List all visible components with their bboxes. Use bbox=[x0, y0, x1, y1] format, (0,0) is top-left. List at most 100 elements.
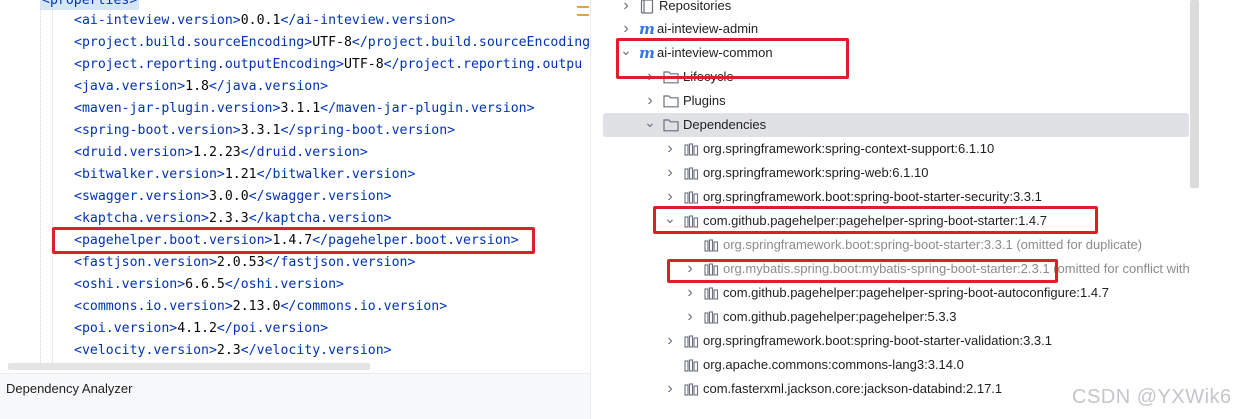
xml-value: 2.0.53 bbox=[216, 255, 265, 270]
folder-icon bbox=[663, 93, 679, 109]
maven-module-icon: m bbox=[639, 20, 655, 38]
chevron-right-icon[interactable]: › bbox=[683, 260, 697, 277]
chevron-right-icon[interactable]: › bbox=[619, 0, 633, 14]
xml-value: 3.3.1 bbox=[240, 123, 281, 138]
xml-open-tag: <fastjson.version> bbox=[74, 255, 217, 270]
dependency-analyzer-label[interactable]: Dependency Analyzer bbox=[6, 381, 132, 396]
maven-tree-label: org.mybatis.spring.boot:mybatis-spring-b… bbox=[723, 261, 1190, 276]
chevron-right-icon[interactable]: › bbox=[663, 380, 677, 397]
maven-tree-row[interactable]: › org.springframework.boot:spring-boot-st… bbox=[663, 185, 1042, 209]
xml-value: 3.0.0 bbox=[208, 189, 249, 204]
chevron-down-icon[interactable]: ⌄ bbox=[643, 114, 657, 130]
xml-line: <project.reporting.outputEncoding>UTF-8<… bbox=[74, 54, 582, 76]
xml-value: 0.0.1 bbox=[240, 13, 281, 28]
maven-tree-label: org.springframework.boot:spring-boot-sta… bbox=[703, 189, 1042, 204]
xml-close-tag: </spring-boot.version> bbox=[280, 123, 456, 138]
xml-value: UTF-8 bbox=[312, 35, 352, 50]
library-icon bbox=[683, 333, 699, 349]
xml-close-tag: </ai-inteview.version> bbox=[280, 13, 456, 28]
xml-close-tag: </velocity.version> bbox=[240, 343, 392, 358]
xml-close-tag: </swagger.version> bbox=[248, 189, 392, 204]
chevron-right-icon[interactable]: › bbox=[643, 92, 657, 109]
maven-tree-label: Dependencies bbox=[683, 117, 767, 132]
editor-change-marker bbox=[577, 6, 589, 8]
maven-module-icon: m bbox=[639, 44, 655, 62]
xml-close-tag: </poi.version> bbox=[216, 321, 329, 336]
maven-tree-row[interactable]: ⌄ m ai-inteview-common bbox=[619, 41, 773, 65]
horizontal-scrollbar[interactable] bbox=[8, 363, 370, 370]
xml-open-tag: <poi.version> bbox=[74, 321, 178, 336]
chevron-right-icon[interactable]: › bbox=[663, 332, 677, 349]
xml-open-tag: <velocity.version> bbox=[74, 343, 217, 358]
maven-tree-label: Lifecycle bbox=[683, 69, 734, 84]
xml-value: 1.21 bbox=[224, 167, 257, 182]
xml-close-tag: </kaptcha.version> bbox=[248, 211, 392, 226]
maven-tree-label: ai-inteview-common bbox=[657, 45, 773, 60]
status-bar: Dependency Analyzer bbox=[0, 373, 590, 419]
chevron-down-icon[interactable]: ⌄ bbox=[663, 210, 677, 226]
repositories-icon bbox=[639, 0, 655, 14]
vertical-scrollbar[interactable] bbox=[1190, 0, 1199, 188]
library-icon bbox=[703, 237, 719, 253]
xml-value: 1.8 bbox=[185, 79, 209, 94]
indent-guide bbox=[52, 0, 53, 373]
library-icon bbox=[703, 285, 719, 301]
chevron-right-icon[interactable]: › bbox=[683, 284, 697, 301]
xml-open-tag: <druid.version> bbox=[74, 145, 194, 160]
maven-tool-window: › Repositories › m ai-inteview-admin ⌄ m ai-int… bbox=[590, 0, 1241, 419]
xml-value: 6.6.5 bbox=[185, 277, 225, 292]
chevron-down-icon[interactable]: ⌄ bbox=[619, 42, 633, 58]
chevron-right-icon[interactable]: › bbox=[663, 188, 677, 205]
maven-tree-row[interactable]: › com.fasterxml.jackson.core:jackson-data… bbox=[663, 377, 1002, 401]
xml-value: 2.3 bbox=[216, 343, 241, 358]
xml-line: <oshi.version>6.6.5</oshi.version> bbox=[74, 274, 344, 296]
maven-tree-label: com.github.pagehelper:pagehelper-spring-… bbox=[723, 285, 1109, 300]
pom-xml-editor[interactable]: <properties> <ai-inteview.version>0.0.1<… bbox=[0, 0, 590, 373]
chevron-right-icon[interactable]: › bbox=[663, 140, 677, 157]
maven-tree-label: org.apache.commons:commons-lang3:3.14.0 bbox=[703, 357, 964, 372]
maven-tree-row[interactable]: › org.springframework.boot:spring-boot-st… bbox=[663, 329, 1052, 353]
maven-tree-label: com.github.pagehelper:pagehelper:5.3.3 bbox=[723, 309, 957, 324]
xml-value: 3.1.1 bbox=[280, 101, 321, 116]
library-icon bbox=[683, 141, 699, 157]
xml-line: <poi.version>4.1.2</poi.version> bbox=[74, 318, 328, 340]
maven-tree-row[interactable]: › org.mybatis.spring.boot:mybatis-spring-… bbox=[683, 257, 1190, 281]
xml-open-tag: <bitwalker.version> bbox=[74, 167, 225, 182]
maven-tree-row[interactable]: › com.github.pagehelper:pagehelper-spring… bbox=[683, 281, 1109, 305]
library-icon bbox=[683, 213, 699, 229]
indent-guide bbox=[40, 0, 41, 373]
maven-tree-label: org.springframework:spring-context-suppo… bbox=[703, 141, 995, 156]
xml-line: <bitwalker.version>1.21</bitwalker.versi… bbox=[74, 164, 415, 186]
xml-value: 1.2.23 bbox=[193, 145, 241, 160]
xml-line: <project.build.sourceEncoding>UTF-8</pro… bbox=[74, 32, 590, 54]
xml-open-tag: <java.version> bbox=[74, 79, 186, 94]
chevron-right-icon[interactable]: › bbox=[643, 68, 657, 85]
chevron-right-icon[interactable]: › bbox=[683, 308, 697, 325]
maven-tree-row[interactable]: › org.springframework:spring-context-supp… bbox=[663, 137, 994, 161]
xml-open-tag: <ai-inteview.version> bbox=[74, 13, 241, 28]
chevron-right-icon[interactable]: › bbox=[619, 20, 633, 37]
xml-value: 1.4.7 bbox=[272, 233, 313, 248]
library-icon bbox=[703, 309, 719, 325]
maven-tree-row[interactable]: org.springframework.boot:spring-boot-sta… bbox=[683, 233, 1142, 257]
xml-open-tag: <oshi.version> bbox=[74, 277, 186, 292]
xml-open-tag: <project.build.sourceEncoding> bbox=[74, 35, 313, 50]
library-icon bbox=[683, 165, 699, 181]
folder-icon bbox=[663, 69, 679, 85]
maven-tree-row[interactable]: ⌄ Dependencies bbox=[603, 113, 1189, 137]
maven-tree-row[interactable]: ⌄ com.github.pagehelper:pagehelper-spring… bbox=[663, 209, 1047, 233]
xml-line: <ai-inteview.version>0.0.1</ai-inteview.… bbox=[74, 10, 455, 32]
xml-value: UTF-8 bbox=[343, 57, 384, 72]
chevron-right-icon[interactable]: › bbox=[663, 164, 677, 181]
maven-tree-row[interactable]: › com.github.pagehelper:pagehelper:5.3.3 bbox=[683, 305, 956, 329]
maven-tree-label: Repositories bbox=[659, 0, 732, 13]
maven-tree-row[interactable]: › m ai-inteview-admin bbox=[619, 17, 758, 41]
maven-tree-row[interactable]: › Repositories bbox=[619, 0, 731, 18]
maven-tree-row[interactable]: org.apache.commons:commons-lang3:3.14.0 bbox=[663, 353, 964, 377]
maven-tree-row[interactable]: › org.springframework:spring-web:6.1.10 bbox=[663, 161, 928, 185]
maven-tree-row[interactable]: › Lifecycle bbox=[643, 65, 734, 89]
xml-open-tag: <kaptcha.version> bbox=[74, 211, 209, 226]
xml-value: 2.13.0 bbox=[232, 299, 281, 314]
xml-close-tag: </java.version> bbox=[208, 79, 329, 94]
